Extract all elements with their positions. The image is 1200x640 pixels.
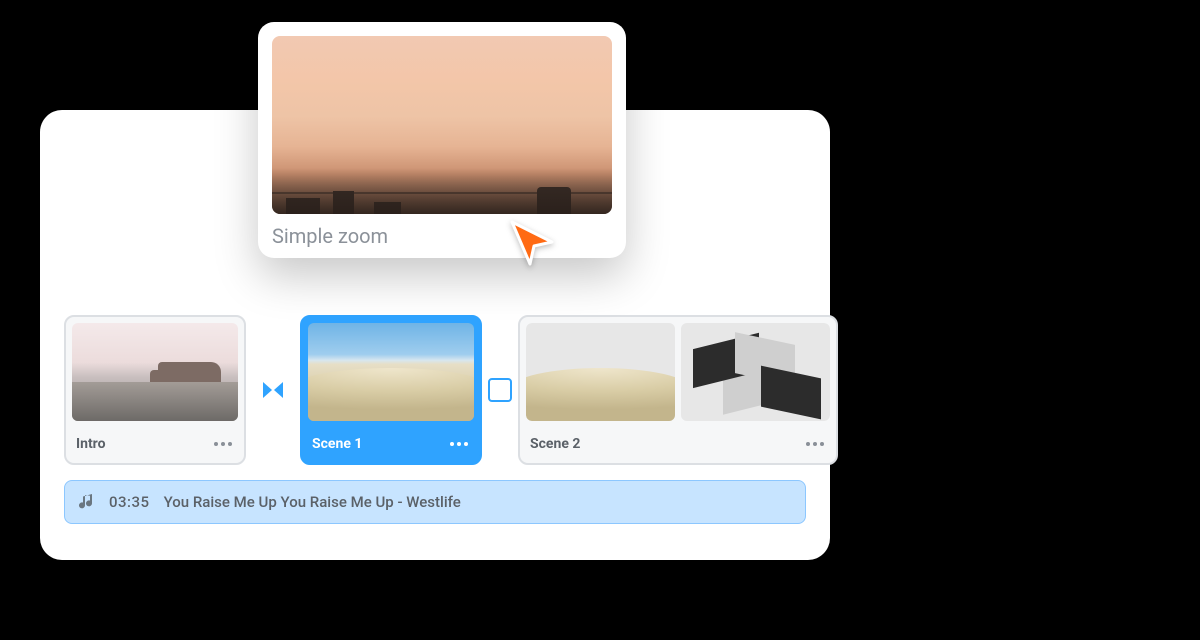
music-note-icon bbox=[79, 493, 95, 511]
effect-preview-label: Simple zoom bbox=[272, 224, 612, 248]
more-icon[interactable] bbox=[212, 435, 234, 453]
scene-thumbnail bbox=[526, 323, 830, 421]
audio-title: You Raise Me Up You Raise Me Up - Westli… bbox=[164, 493, 461, 511]
scene-subthumb bbox=[526, 323, 675, 421]
audio-track[interactable]: 03:35 You Raise Me Up You Raise Me Up - … bbox=[64, 480, 806, 524]
timeline: Intro Scene 1 bbox=[64, 315, 838, 465]
scene-label: Intro bbox=[76, 436, 106, 452]
cursor-icon bbox=[506, 218, 558, 274]
scene-label: Scene 1 bbox=[312, 436, 362, 452]
scene-thumbnail bbox=[308, 323, 474, 421]
scene-footer: Scene 1 bbox=[302, 427, 480, 463]
scene-label: Scene 2 bbox=[530, 436, 580, 452]
effect-preview-card[interactable]: Simple zoom bbox=[258, 22, 626, 258]
audio-time: 03:35 bbox=[109, 493, 150, 511]
resize-handle[interactable] bbox=[488, 378, 512, 402]
scene-card-scene1[interactable]: Scene 1 bbox=[300, 315, 482, 465]
scene-footer: Scene 2 bbox=[520, 427, 836, 463]
more-icon[interactable] bbox=[448, 435, 470, 453]
scene-thumbnail bbox=[72, 323, 238, 421]
effect-preview-thumbnail bbox=[272, 36, 612, 214]
scene-subthumb bbox=[681, 323, 830, 421]
scene-footer: Intro bbox=[66, 427, 244, 463]
scene-card-intro[interactable]: Intro bbox=[64, 315, 246, 465]
transition-icon[interactable] bbox=[260, 377, 286, 403]
more-icon[interactable] bbox=[804, 435, 826, 453]
scene-card-scene2[interactable]: Scene 2 bbox=[518, 315, 838, 465]
